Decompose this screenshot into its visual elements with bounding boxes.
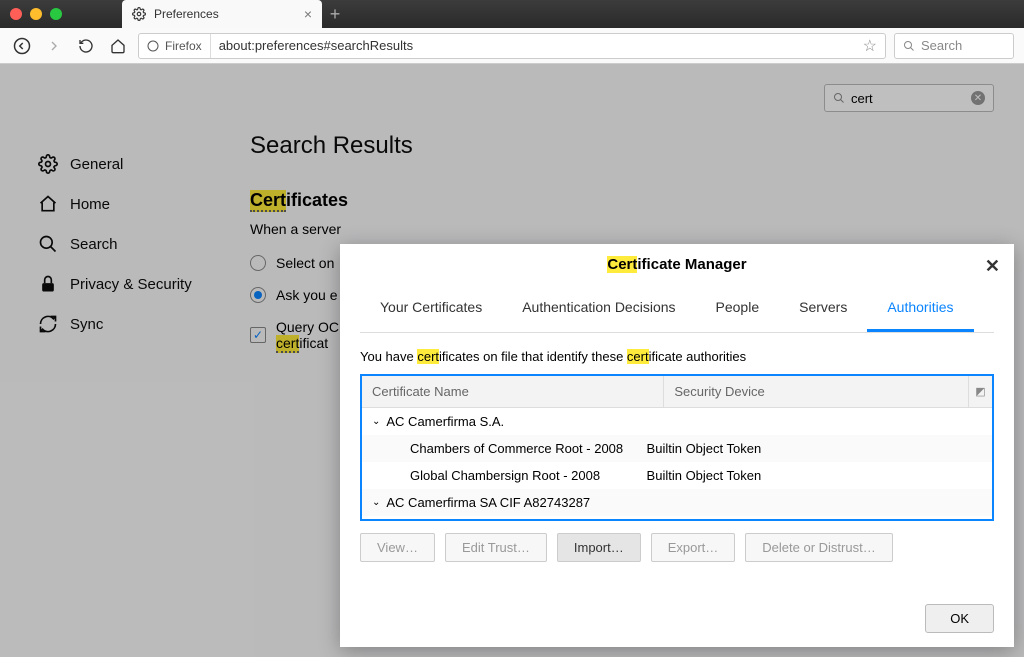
modal-action-buttons: View… Edit Trust… Import… Export… Delete… <box>360 521 994 574</box>
table-body[interactable]: ⌄ AC Camerfirma S.A. Chambers of Commerce … <box>362 408 992 519</box>
modal-body: You have certificates on file that ident… <box>340 333 1014 590</box>
group-name: AC Camerfirma SA CIF A82743287 <box>386 495 590 510</box>
tab-people[interactable]: People <box>696 285 780 332</box>
group-name: AC Camerfirma S.A. <box>386 414 504 429</box>
browser-search-placeholder: Search <box>921 38 962 53</box>
tab-authorities[interactable]: Authorities <box>867 285 973 332</box>
close-window-button[interactable] <box>10 8 22 20</box>
cert-device: Builtin Object Token <box>647 441 982 456</box>
content-area: General Home Search Privacy & Security S… <box>0 64 1024 657</box>
chevron-down-icon: ⌄ <box>372 497 380 508</box>
back-button[interactable] <box>10 34 34 58</box>
modal-title: Certificate Manager ✕ <box>340 244 1014 285</box>
new-tab-button[interactable]: + <box>322 0 348 28</box>
column-header-name[interactable]: Certificate Name <box>362 376 664 407</box>
column-header-device[interactable]: Security Device <box>664 376 968 407</box>
window-chrome: Preferences × + <box>0 0 1024 28</box>
cert-name: Global Chambersign Root - 2008 <box>410 468 647 483</box>
tab-servers[interactable]: Servers <box>779 285 867 332</box>
cert-device: Builtin Object Token <box>647 468 982 483</box>
modal-footer: OK <box>340 590 1014 647</box>
nav-toolbar: Firefox about:preferences#searchResults … <box>0 28 1024 64</box>
delete-button[interactable]: Delete or Distrust… <box>745 533 892 562</box>
traffic-lights <box>10 8 62 20</box>
chevron-down-icon: ⌄ <box>372 416 380 427</box>
url-bar[interactable]: Firefox about:preferences#searchResults … <box>138 33 886 59</box>
cert-name: Chambers of Commerce Root - 2008 <box>410 441 647 456</box>
gear-icon <box>132 7 146 21</box>
url-text: about:preferences#searchResults <box>211 38 855 53</box>
modal-description: You have certificates on file that ident… <box>360 349 994 364</box>
table-header: Certificate Name Security Device ◩ <box>362 376 992 408</box>
cert-group-row[interactable]: ⌄ AC Camerfirma SA CIF A82743287 <box>362 489 992 516</box>
tab-auth-decisions[interactable]: Authentication Decisions <box>502 285 695 332</box>
tab-your-certificates[interactable]: Your Certificates <box>360 285 502 332</box>
close-modal-button[interactable]: ✕ <box>985 256 1000 277</box>
cert-row[interactable]: Global Chambersign Root - 2008Builtin Ob… <box>362 462 992 489</box>
cert-row[interactable]: Chambers of Commerce Root - 2008Builtin … <box>362 435 992 462</box>
cert-row[interactable]: Camerfirma Chambers of Commerce RootBuil… <box>362 516 992 519</box>
browser-search-box[interactable]: Search <box>894 33 1014 59</box>
certificate-manager-modal: Certificate Manager ✕ Your Certificates … <box>340 244 1014 647</box>
view-button[interactable]: View… <box>360 533 435 562</box>
reload-button[interactable] <box>74 34 98 58</box>
tab-preferences[interactable]: Preferences × <box>122 0 322 28</box>
certificates-table: Certificate Name Security Device ◩ ⌄ AC C… <box>360 374 994 521</box>
ok-button[interactable]: OK <box>925 604 994 633</box>
minimize-window-button[interactable] <box>30 8 42 20</box>
export-button[interactable]: Export… <box>651 533 736 562</box>
column-picker-icon[interactable]: ◩ <box>968 376 992 407</box>
tab-strip: Preferences × + <box>122 0 1014 28</box>
close-tab-icon[interactable]: × <box>304 6 312 22</box>
tab-title: Preferences <box>154 7 219 21</box>
cert-group-row[interactable]: ⌄ AC Camerfirma S.A. <box>362 408 992 435</box>
modal-tabs: Your Certificates Authentication Decisio… <box>360 285 994 333</box>
bookmark-star-icon[interactable]: ☆ <box>855 36 885 56</box>
edit-trust-button[interactable]: Edit Trust… <box>445 533 547 562</box>
identity-label: Firefox <box>165 39 202 53</box>
import-button[interactable]: Import… <box>557 533 641 562</box>
url-identity[interactable]: Firefox <box>139 34 211 58</box>
home-button[interactable] <box>106 34 130 58</box>
maximize-window-button[interactable] <box>50 8 62 20</box>
forward-button[interactable] <box>42 34 66 58</box>
